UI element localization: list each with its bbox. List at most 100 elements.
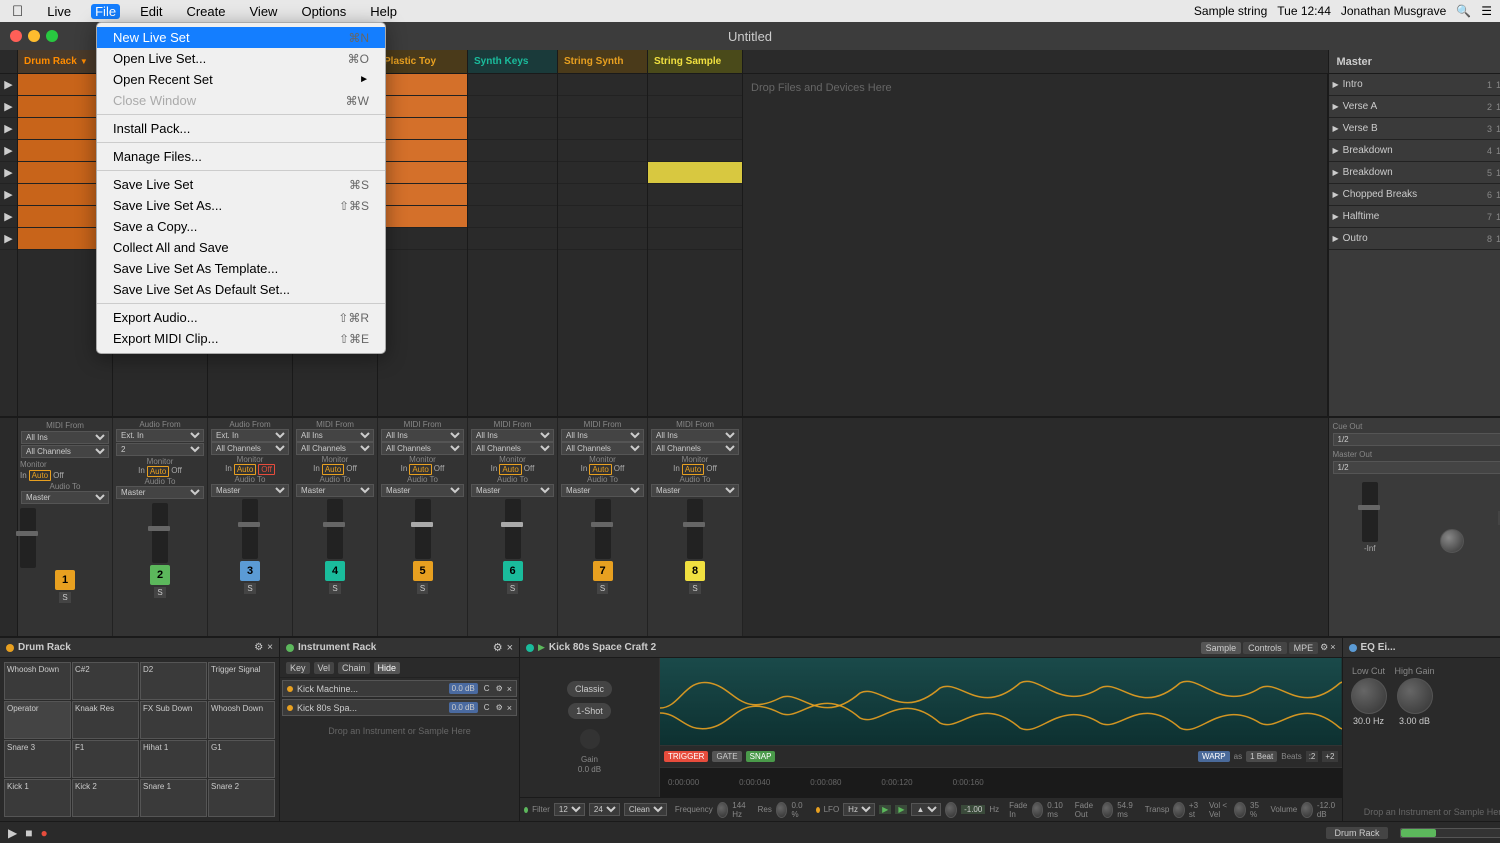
drum-pad-snare3[interactable]: Snare 3 [4, 740, 71, 778]
menu-close-window[interactable]: Close Window ⌘W [97, 90, 385, 111]
play-row-3[interactable]: ▶ [0, 118, 17, 140]
clip-strsynth-1[interactable] [558, 74, 647, 96]
clip-strsynth-4[interactable] [558, 140, 647, 162]
clip-synth-8[interactable] [468, 228, 557, 250]
drum-rack-settings-icon[interactable]: ⚙ [254, 642, 263, 653]
clip-strsamp-4[interactable] [648, 140, 742, 162]
menu-create[interactable]: Create [182, 4, 229, 19]
clip-strsynth-7[interactable] [558, 206, 647, 228]
clip-synth-1[interactable] [468, 74, 557, 96]
audio-to-ch3[interactable]: Master [211, 484, 289, 497]
audio-to-ch1[interactable]: Master [21, 491, 109, 504]
menu-collect-all-save[interactable]: Collect All and Save [97, 237, 385, 258]
sampler-close[interactable]: × [1330, 642, 1335, 654]
drum-pad-snare2[interactable]: Snare 2 [208, 779, 275, 817]
t-shot-btn[interactable]: 1-Shot [568, 703, 611, 719]
play-sampler-btn[interactable]: ▶ [538, 642, 545, 653]
solo-ch1[interactable]: S [59, 592, 70, 603]
hide-btn[interactable]: Hide [374, 662, 401, 674]
play-row-7[interactable]: ▶ [0, 206, 17, 228]
instrument-rack-settings[interactable]: ⚙ [493, 641, 503, 654]
play-scene-8[interactable]: ▶ [1333, 234, 1339, 243]
list-icon[interactable]: ☰ [1481, 4, 1492, 18]
lfo-rate-knob[interactable] [945, 802, 957, 818]
clip-strsamp-5[interactable] [648, 162, 742, 184]
track-header-string-synth[interactable]: String Synth [558, 50, 648, 73]
clip-strsamp-8[interactable] [648, 228, 742, 250]
drum-pad-f1[interactable]: F1 [72, 740, 139, 778]
warp-div-btn[interactable]: :2 [1306, 751, 1319, 762]
drum-pad-knaak[interactable]: Knaak Res [72, 701, 139, 739]
maximize-button[interactable] [46, 30, 58, 42]
clip-strsynth-6[interactable] [558, 184, 647, 206]
clip-plastic-5[interactable] [378, 162, 467, 184]
play-scene-4[interactable]: ▶ [1333, 146, 1339, 155]
channel-ch6[interactable]: All Channels [471, 442, 554, 455]
clip-plastic-3[interactable] [378, 118, 467, 140]
solo-ch3[interactable]: S [244, 583, 255, 594]
solo-ch8[interactable]: S [689, 583, 700, 594]
menu-open-recent[interactable]: Open Recent Set ► [97, 69, 385, 90]
tab-sample[interactable]: Sample [1201, 642, 1242, 654]
instrument-rack-close[interactable]: × [507, 642, 513, 654]
channel-ch5[interactable]: All Channels [381, 442, 464, 455]
snap-btn[interactable]: SNAP [746, 751, 776, 762]
drum-pad-kick2[interactable]: Kick 2 [72, 779, 139, 817]
scene-row-4[interactable]: ▶ Breakdown 4 165.00 [1329, 140, 1500, 162]
chain-kick-close[interactable]: × [507, 684, 512, 694]
channel-ch3[interactable]: All Channels [211, 442, 289, 455]
frequency-knob[interactable] [717, 802, 729, 818]
scene-row-7[interactable]: ▶ Halftime 7 165.00 [1329, 206, 1500, 228]
menu-file[interactable]: File [91, 4, 120, 19]
drum-pad-fx-sub[interactable]: FX Sub Down [140, 701, 207, 739]
sampler-settings[interactable]: ⚙ [1320, 642, 1328, 654]
slice-btn[interactable] [580, 729, 600, 749]
clip-strsamp-2[interactable] [648, 96, 742, 118]
clip-synth-7[interactable] [468, 206, 557, 228]
menu-save-live-set-as[interactable]: Save Live Set As... ⇧⌘S [97, 195, 385, 216]
audio-to-ch7[interactable]: Master [561, 484, 644, 497]
solo-ch2[interactable]: S [154, 587, 165, 598]
drum-pad-whoosh-down2[interactable]: Whoosh Down [208, 701, 275, 739]
chain-80s-settings[interactable]: ⚙ [496, 703, 503, 712]
apple-menu[interactable]:  [8, 3, 27, 20]
audio-from-ch2[interactable]: Ext. In [116, 429, 204, 442]
solo-ch6[interactable]: S [507, 583, 518, 594]
warp-mul-btn[interactable]: +2 [1322, 751, 1337, 762]
chain-kick-machine[interactable]: Kick Machine... 0.0 dB C ⚙ × [282, 680, 517, 697]
drum-pad-d2[interactable]: D2 [140, 662, 207, 700]
play-scene-2[interactable]: ▶ [1333, 102, 1339, 111]
midi-from-ch6[interactable]: All Ins [471, 429, 554, 442]
clip-plastic-7[interactable] [378, 206, 467, 228]
drum-pad-g1[interactable]: G1 [208, 740, 275, 778]
drum-pad-kick1[interactable]: Kick 1 [4, 779, 71, 817]
clip-strsamp-7[interactable] [648, 206, 742, 228]
master-volume-knob[interactable] [1440, 529, 1464, 553]
audio-to-ch5[interactable]: Master [381, 484, 464, 497]
menu-options[interactable]: Options [297, 4, 350, 19]
play-scene-3[interactable]: ▶ [1333, 124, 1339, 133]
play-row-5[interactable]: ▶ [0, 162, 17, 184]
drum-pad-operator[interactable]: Operator [4, 701, 71, 739]
beat-select[interactable]: 1 Beat [1246, 751, 1277, 762]
play-row-8[interactable]: ▶ [0, 228, 17, 250]
menu-edit[interactable]: Edit [136, 4, 166, 19]
scene-row-2[interactable]: ▶ Verse A 2 165.00 [1329, 96, 1500, 118]
channel-ch7[interactable]: All Channels [561, 442, 644, 455]
clip-strsynth-2[interactable] [558, 96, 647, 118]
menu-export-midi[interactable]: Export MIDI Clip... ⇧⌘E [97, 328, 385, 349]
master-out-select[interactable]: 1/2 [1333, 461, 1500, 474]
lfo-sync[interactable]: ▶ [879, 805, 891, 814]
scene-row-3[interactable]: ▶ Verse B 3 165.00 [1329, 118, 1500, 140]
menu-open-live-set[interactable]: Open Live Set... ⌘O [97, 48, 385, 69]
search-icon[interactable]: 🔍 [1456, 4, 1471, 18]
menu-new-live-set[interactable]: New Live Set ⌘N [97, 27, 385, 48]
key-btn[interactable]: Key [286, 662, 310, 674]
filter-slope-select[interactable]: 24 [589, 803, 620, 816]
menu-save-live-set[interactable]: Save Live Set ⌘S [97, 174, 385, 195]
channel-ch2[interactable]: 2 [116, 443, 204, 456]
track-header-plastic[interactable]: Plastic Toy [378, 50, 468, 73]
minimize-button[interactable] [28, 30, 40, 42]
clip-synth-3[interactable] [468, 118, 557, 140]
clip-strsamp-3[interactable] [648, 118, 742, 140]
